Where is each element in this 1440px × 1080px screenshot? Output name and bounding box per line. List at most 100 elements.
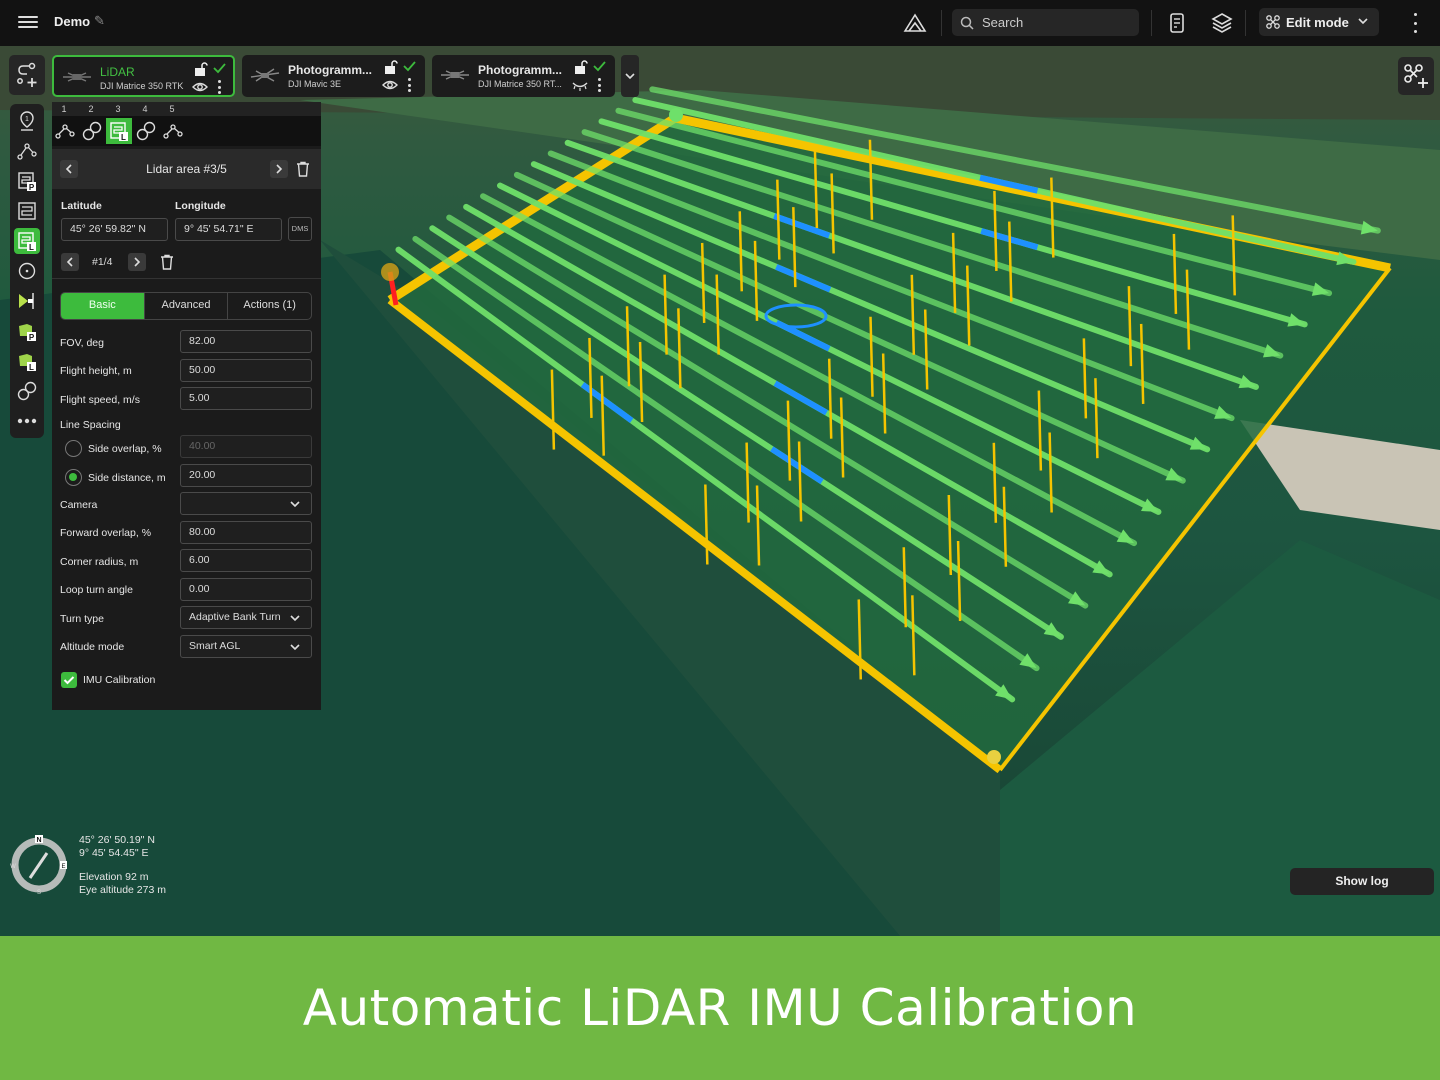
forward-overlap-label: Forward overlap, %	[60, 527, 152, 539]
unlock-icon[interactable]	[194, 62, 208, 76]
flight-speed-input[interactable]: 5.00	[180, 387, 312, 410]
drone-card-photogrammetry-2[interactable]: Photogramm... DJI Matrice 350 RT...	[432, 55, 615, 97]
segment-number: 1	[61, 104, 67, 114]
search-icon	[960, 16, 974, 30]
expand-drones-button[interactable]	[621, 55, 639, 97]
fov-input[interactable]: 82.00	[180, 330, 312, 353]
eye-hidden-icon[interactable]	[572, 78, 588, 92]
area-tool-icon[interactable]	[14, 198, 40, 224]
segment-lidar-area-icon[interactable]: L	[106, 118, 132, 144]
area-navigation: Lidar area #3/5	[52, 149, 321, 189]
more-tools-icon[interactable]	[14, 408, 40, 434]
orbit-tool-icon[interactable]	[14, 258, 40, 284]
add-route-button[interactable]	[9, 55, 45, 95]
side-overlap-input[interactable]: 40.00	[180, 435, 312, 458]
chevron-down-icon	[290, 644, 300, 651]
lidar-polygon-tool-icon[interactable]: L	[14, 348, 40, 374]
show-log-button[interactable]: Show log	[1290, 868, 1434, 895]
coordinate-format-button[interactable]: DMS	[288, 217, 312, 241]
device-icon[interactable]	[1165, 11, 1189, 35]
eye-icon[interactable]	[192, 80, 208, 94]
forward-overlap-input[interactable]: 80.00	[180, 521, 312, 544]
turn-type-select[interactable]: Adaptive Bank Turn	[180, 606, 312, 629]
lidar-area-tool-icon[interactable]: L	[14, 228, 40, 254]
chevron-down-icon	[625, 73, 635, 80]
latitude-input[interactable]: 45° 26' 59.82" N	[61, 218, 168, 241]
drone-menu-icon[interactable]	[407, 78, 411, 92]
camera-select[interactable]	[180, 492, 312, 515]
loop-turn-label: Loop turn angle	[60, 584, 133, 596]
route-add-icon	[17, 62, 37, 87]
building	[1240, 420, 1440, 530]
pencil-icon[interactable]: ✎	[94, 13, 105, 29]
check-icon[interactable]	[592, 59, 606, 73]
turn-type-label: Turn type	[60, 613, 104, 625]
side-overlap-radio[interactable]	[65, 440, 82, 457]
imu-calibration-checkbox[interactable]	[61, 672, 77, 688]
photogrammetry-polygon-tool-icon[interactable]: P	[14, 318, 40, 344]
drone-card-lidar[interactable]: LiDAR DJI Matrice 350 RTK	[52, 55, 235, 97]
drone-menu-icon[interactable]	[217, 80, 221, 94]
corner-radius-input[interactable]: 6.00	[180, 549, 312, 572]
compass-needle-icon	[28, 852, 49, 879]
photogrammetry-area-tool-icon[interactable]: P	[14, 168, 40, 194]
compass-widget[interactable]: N E S W	[9, 835, 69, 896]
chevron-down-icon	[1358, 18, 1368, 25]
longitude-input[interactable]: 9° 45' 54.71" E	[175, 218, 282, 241]
tab-advanced[interactable]: Advanced	[145, 293, 229, 319]
segment-loop-icon[interactable]	[79, 118, 105, 144]
waypoint-tool-icon[interactable]: 1	[14, 108, 40, 134]
divider	[1151, 10, 1152, 36]
mode-dropdown[interactable]: Edit mode	[1259, 8, 1379, 36]
start-marker	[381, 263, 399, 281]
next-waypoint-button[interactable]	[128, 253, 146, 271]
fov-label: FOV, deg	[60, 337, 104, 349]
add-drone-button[interactable]	[1398, 57, 1434, 95]
next-area-button[interactable]	[270, 160, 288, 178]
tab-basic[interactable]: Basic	[61, 293, 145, 319]
check-icon[interactable]	[212, 61, 226, 75]
check-icon[interactable]	[402, 59, 416, 73]
segment-loop-icon[interactable]	[133, 118, 159, 144]
end-marker	[669, 108, 683, 122]
search-input[interactable]: Search	[952, 9, 1139, 36]
polyline-route-tool-icon[interactable]	[14, 138, 40, 164]
loop-tool-icon[interactable]	[14, 378, 40, 404]
delete-waypoint-icon[interactable]	[159, 254, 175, 270]
chevron-right-icon	[276, 164, 283, 174]
settings-tabs: Basic Advanced Actions (1)	[60, 292, 312, 320]
hamburger-menu-icon[interactable]	[18, 13, 38, 33]
turn-type-value: Adaptive Bank Turn	[189, 611, 281, 623]
previous-waypoint-button[interactable]	[61, 253, 79, 271]
cursor-longitude: 9° 45' 54.45" E	[79, 846, 149, 859]
top-bar: Demo ✎ Search Edit mode	[0, 0, 1440, 46]
drone-name: LiDAR	[100, 65, 135, 79]
segment-polyline-icon[interactable]	[52, 118, 78, 144]
cursor-latitude: 45° 26' 50.19" N	[79, 834, 155, 846]
flight-height-input[interactable]: 50.00	[180, 359, 312, 382]
flight-speed-label: Flight speed, m/s	[60, 394, 140, 406]
loop-turn-input[interactable]: 0.00	[180, 578, 312, 601]
altitude-mode-select[interactable]: Smart AGL	[180, 635, 312, 658]
drone-thumbnail-icon	[63, 72, 91, 82]
segment-number: 2	[88, 104, 94, 114]
latitude-label: Latitude	[61, 200, 102, 212]
delete-area-icon[interactable]	[295, 161, 311, 177]
chevron-right-icon	[134, 257, 141, 267]
search-placeholder: Search	[982, 15, 1024, 30]
unlock-icon[interactable]	[384, 60, 398, 74]
more-options-icon[interactable]	[1408, 13, 1422, 33]
side-distance-radio[interactable]	[65, 469, 82, 486]
drone-card-photogrammetry-1[interactable]: Photogramm... DJI Mavic 3E	[242, 55, 425, 97]
eye-icon[interactable]	[382, 78, 398, 92]
side-distance-input[interactable]: 20.00	[180, 464, 312, 487]
segment-polyline-icon[interactable]	[160, 118, 186, 144]
unlock-icon[interactable]	[574, 60, 588, 74]
layers-icon[interactable]	[1210, 11, 1234, 35]
tab-actions[interactable]: Actions (1)	[228, 293, 311, 319]
terrain-icon[interactable]	[903, 11, 927, 35]
corner-radius-label: Corner radius, m	[60, 556, 139, 568]
camera-label: Camera	[60, 499, 98, 511]
drone-menu-icon[interactable]	[597, 78, 601, 92]
facade-tool-icon[interactable]	[14, 288, 40, 314]
